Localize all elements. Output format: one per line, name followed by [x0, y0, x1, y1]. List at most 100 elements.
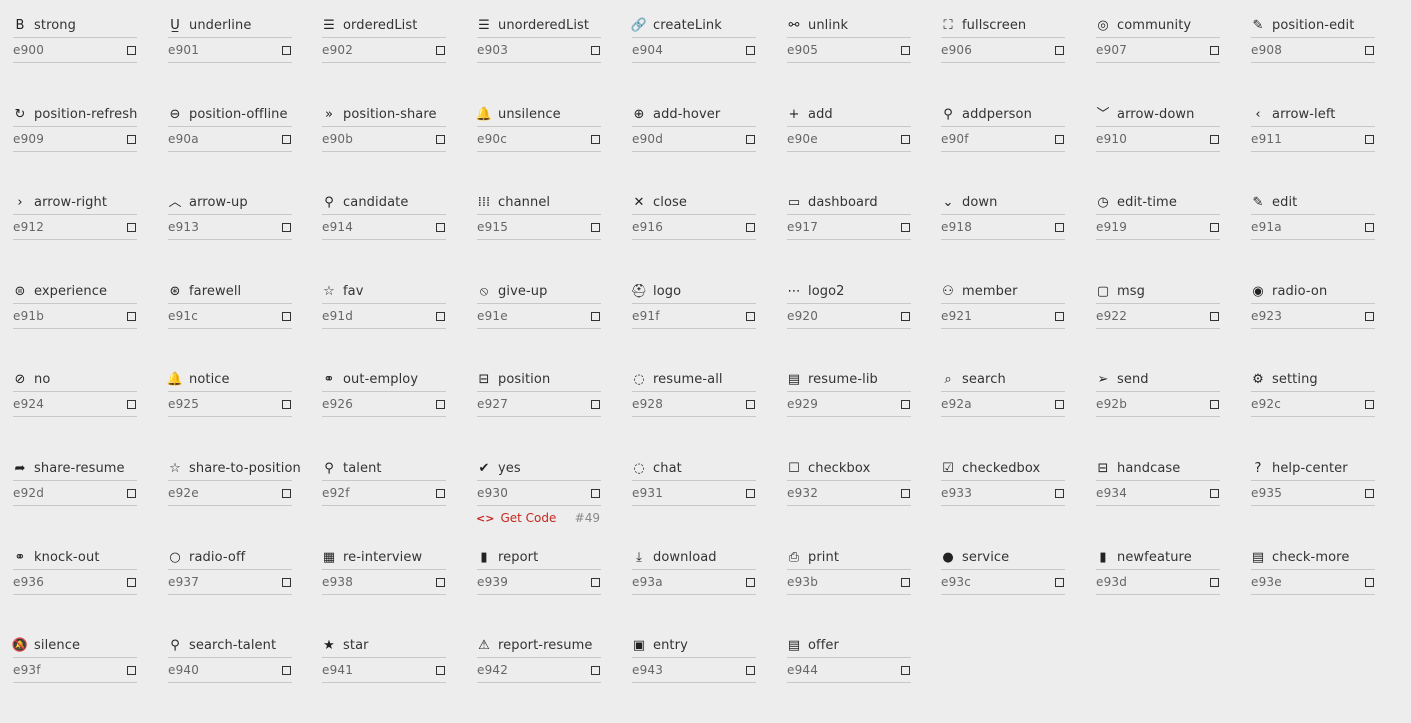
- glyph-code[interactable]: e90b: [322, 132, 353, 146]
- glyph-code[interactable]: e944: [787, 663, 818, 677]
- glyph-code[interactable]: e90e: [787, 132, 818, 146]
- glyph-header: ⊖ position-offline: [168, 102, 292, 127]
- glyph-name: close: [653, 194, 687, 210]
- bell-icon: 🔔: [475, 106, 493, 122]
- glyph-cell-setting: ⚙ setting e92c: [1251, 367, 1375, 417]
- glyph-code[interactable]: e905: [787, 43, 818, 57]
- glyph-code[interactable]: e937: [168, 575, 199, 589]
- glyph-code[interactable]: e92e: [168, 486, 199, 500]
- glyph-code[interactable]: e928: [632, 397, 663, 411]
- glyph-code[interactable]: e942: [477, 663, 508, 677]
- glyph-name: down: [962, 194, 998, 210]
- glyph-code[interactable]: e91c: [168, 309, 198, 323]
- glyph-code[interactable]: e906: [941, 43, 972, 57]
- glyph-code[interactable]: e934: [1096, 486, 1127, 500]
- glyph-cell-add-hover: ⊕ add-hover e90d: [632, 102, 756, 152]
- glyph-code[interactable]: e943: [632, 663, 663, 677]
- glyph-code[interactable]: e939: [477, 575, 508, 589]
- glyph-code[interactable]: e91e: [477, 309, 508, 323]
- glyph-code[interactable]: e933: [941, 486, 972, 500]
- glyph-code[interactable]: e907: [1096, 43, 1127, 57]
- glyph-code[interactable]: e926: [322, 397, 353, 411]
- glyph-code[interactable]: e92c: [1251, 397, 1281, 411]
- glyph-code[interactable]: e90f: [941, 132, 969, 146]
- glyph-name: add-hover: [653, 106, 721, 122]
- glyph-code[interactable]: e92b: [1096, 397, 1127, 411]
- glyph-code[interactable]: e91b: [13, 309, 44, 323]
- glyph-code[interactable]: e902: [322, 43, 353, 57]
- glyph-code[interactable]: e908: [1251, 43, 1282, 57]
- glyph-code[interactable]: e923: [1251, 309, 1282, 323]
- glyph-code[interactable]: e916: [632, 220, 663, 234]
- plus-icon: +: [788, 106, 800, 122]
- glyph-code[interactable]: e93d: [1096, 575, 1127, 589]
- glyph-code[interactable]: e92f: [322, 486, 350, 500]
- glyph-header: ⊜ experience: [13, 279, 137, 304]
- glyph-header: ⚭ out-employ: [322, 367, 446, 392]
- glyph-code[interactable]: e920: [787, 309, 818, 323]
- glyph-code[interactable]: e930: [477, 486, 508, 500]
- glyph-code[interactable]: e938: [322, 575, 353, 589]
- glyph-name: share-resume: [34, 460, 125, 476]
- glyph-code[interactable]: e90d: [632, 132, 663, 146]
- glyph-code-row: e93e: [1251, 570, 1375, 595]
- radio-off-icon: ○: [169, 549, 181, 565]
- glyph-code[interactable]: e935: [1251, 486, 1282, 500]
- glyph-code[interactable]: e912: [13, 220, 44, 234]
- glyph-name: share-to-position: [189, 460, 301, 476]
- glyph-code[interactable]: e921: [941, 309, 972, 323]
- id-card-icon: ▣: [632, 637, 646, 653]
- glyph-code[interactable]: e910: [1096, 132, 1127, 146]
- glyph-code[interactable]: e925: [168, 397, 199, 411]
- glyph-code[interactable]: e915: [477, 220, 508, 234]
- glyph-code[interactable]: e909: [13, 132, 44, 146]
- glyph-preview-box: [901, 577, 910, 587]
- glyph-code[interactable]: e936: [13, 575, 44, 589]
- glyph-code[interactable]: e90c: [477, 132, 507, 146]
- glyph-code[interactable]: e901: [168, 43, 199, 57]
- glyph-code[interactable]: e903: [477, 43, 508, 57]
- glyph-cell-position-share: » position-share e90b: [322, 102, 446, 152]
- glyph-code[interactable]: e919: [1096, 220, 1127, 234]
- glyph-code[interactable]: e90a: [168, 132, 199, 146]
- glyph-code[interactable]: e91a: [1251, 220, 1282, 234]
- glyph-code-row: e907: [1096, 38, 1220, 63]
- glyph-code[interactable]: e92a: [941, 397, 972, 411]
- get-code-link[interactable]: <> Get Code: [476, 511, 556, 525]
- glyph-code[interactable]: e91f: [632, 309, 660, 323]
- glyph-name: newfeature: [1117, 549, 1192, 565]
- glyph-code[interactable]: e918: [941, 220, 972, 234]
- glyph-header: ✔ yes: [477, 456, 601, 481]
- glyph-code[interactable]: e93b: [787, 575, 818, 589]
- glyph-code-row: e939: [477, 570, 601, 595]
- glyph-code[interactable]: e911: [1251, 132, 1282, 146]
- glyph-code[interactable]: e929: [787, 397, 818, 411]
- glyph-header: ● service: [941, 545, 1065, 570]
- glyph-code-row: e905: [787, 38, 911, 63]
- glyph-code[interactable]: e93f: [13, 663, 41, 677]
- glyph-code[interactable]: e913: [168, 220, 199, 234]
- glyph-code[interactable]: e92d: [13, 486, 44, 500]
- glyph-code[interactable]: e914: [322, 220, 353, 234]
- glyph-code[interactable]: e91d: [322, 309, 353, 323]
- glyph-cell-arrow-down: ﹀ arrow-down e910: [1096, 102, 1220, 152]
- glyph-name: channel: [498, 194, 551, 210]
- glyph-cell-checkedbox: ☑ checkedbox e933: [941, 456, 1065, 506]
- glyph-code-row: e937: [168, 570, 292, 595]
- glyph-code[interactable]: e93a: [632, 575, 663, 589]
- glyph-code[interactable]: e917: [787, 220, 818, 234]
- glyph-code[interactable]: e922: [1096, 309, 1127, 323]
- glyph-code[interactable]: e931: [632, 486, 663, 500]
- glyph-code-row: e935: [1251, 481, 1375, 506]
- glyph-cell-member: ⚇ member e921: [941, 279, 1065, 329]
- glyph-code[interactable]: e927: [477, 397, 508, 411]
- glyph-code[interactable]: e924: [13, 397, 44, 411]
- glyph-code[interactable]: e93e: [1251, 575, 1282, 589]
- glyph-code[interactable]: e93c: [941, 575, 971, 589]
- glyph-code[interactable]: e904: [632, 43, 663, 57]
- glyph-code-row: e909: [13, 127, 137, 152]
- glyph-code[interactable]: e932: [787, 486, 818, 500]
- glyph-code[interactable]: e900: [13, 43, 44, 57]
- glyph-code[interactable]: e941: [322, 663, 353, 677]
- glyph-code[interactable]: e940: [168, 663, 199, 677]
